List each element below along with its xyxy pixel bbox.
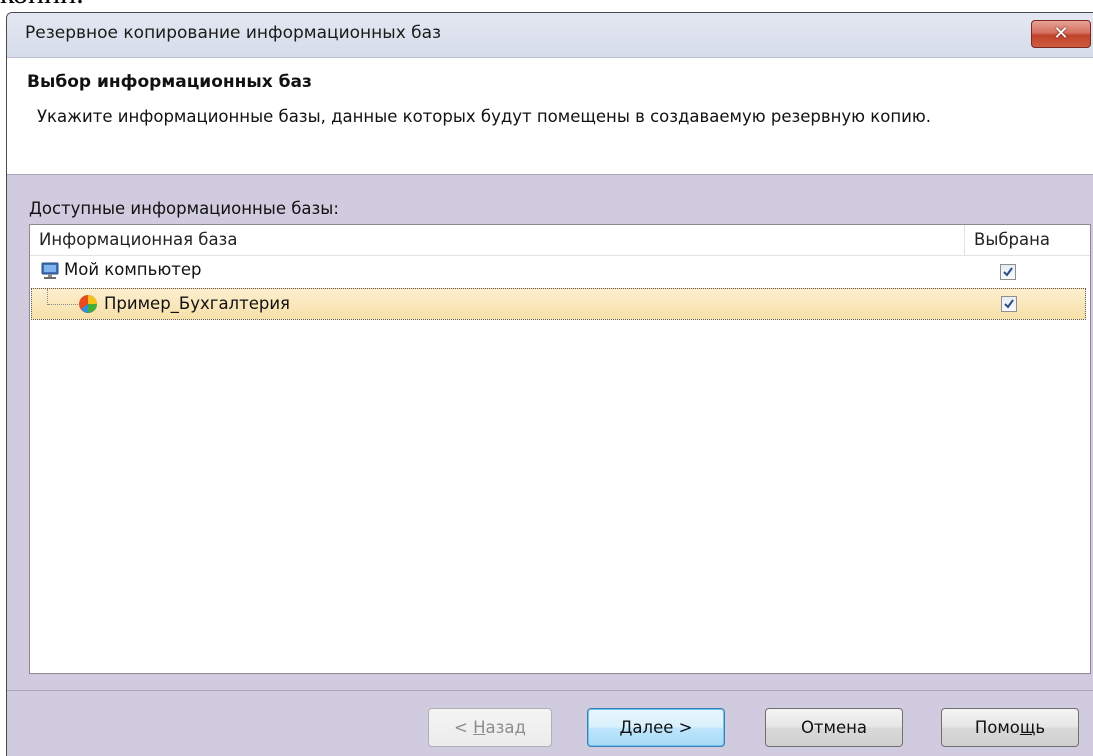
help-button-prefix: Помо — [974, 718, 1020, 737]
list-item-my-computer[interactable]: Мой компьютер — [30, 256, 1090, 286]
step-description: Укажите информационные базы, данные кото… — [37, 107, 932, 126]
cancel-button[interactable]: Отмена — [765, 708, 903, 747]
back-button[interactable]: < Назад — [428, 708, 552, 747]
back-button-label: азад — [485, 718, 526, 737]
infobase-icon — [79, 295, 97, 313]
header-panel: Выбор информационных баз Укажите информа… — [7, 58, 1093, 175]
next-button-label: алее > — [632, 718, 693, 737]
selected-checkbox[interactable] — [1000, 264, 1016, 280]
button-bar: < Назад Далее > Отмена Помощь — [7, 690, 1093, 756]
computer-icon — [41, 262, 59, 279]
tree-connector — [48, 304, 78, 306]
checkmark-icon — [1003, 267, 1013, 277]
infobase-list-label: Доступные информационные базы: — [29, 199, 339, 218]
list-header: Информационная база Выбрана — [30, 225, 1090, 256]
help-button-label: ь — [1035, 718, 1046, 737]
column-divider[interactable] — [964, 225, 965, 255]
backup-dialog: Резервное копирование информационных баз… — [6, 12, 1093, 756]
selected-checkbox[interactable] — [1001, 296, 1017, 312]
back-button-prefix: < — [454, 718, 474, 737]
close-button[interactable]: ✕ — [1031, 20, 1091, 48]
column-header-infobase[interactable]: Информационная база — [39, 230, 237, 249]
back-button-accesskey: Н — [473, 718, 486, 737]
step-title: Выбор информационных баз — [27, 72, 312, 92]
infobase-list[interactable]: Информационная база Выбрана Мой компьюте… — [29, 224, 1091, 674]
column-header-selected[interactable]: Выбрана — [974, 230, 1050, 249]
background-document-text: копии. — [0, 0, 84, 12]
close-icon: ✕ — [1053, 23, 1069, 44]
window-title: Резервное копирование информационных баз — [25, 23, 442, 43]
cancel-button-label: Отмена — [800, 718, 868, 737]
next-button-accesskey: Д — [619, 718, 633, 737]
next-button[interactable]: Далее > — [587, 708, 725, 747]
tree-connector — [47, 289, 49, 305]
title-bar[interactable]: Резервное копирование информационных баз… — [7, 13, 1093, 58]
row-label: Пример_Бухгалтерия — [104, 294, 290, 313]
checkmark-icon — [1004, 299, 1014, 309]
help-button[interactable]: Помощь — [941, 708, 1079, 747]
list-item-example-accounting[interactable]: Пример_Бухгалтерия — [31, 288, 1086, 320]
help-button-accesskey: щ — [1019, 718, 1036, 737]
row-label: Мой компьютер — [64, 260, 202, 279]
